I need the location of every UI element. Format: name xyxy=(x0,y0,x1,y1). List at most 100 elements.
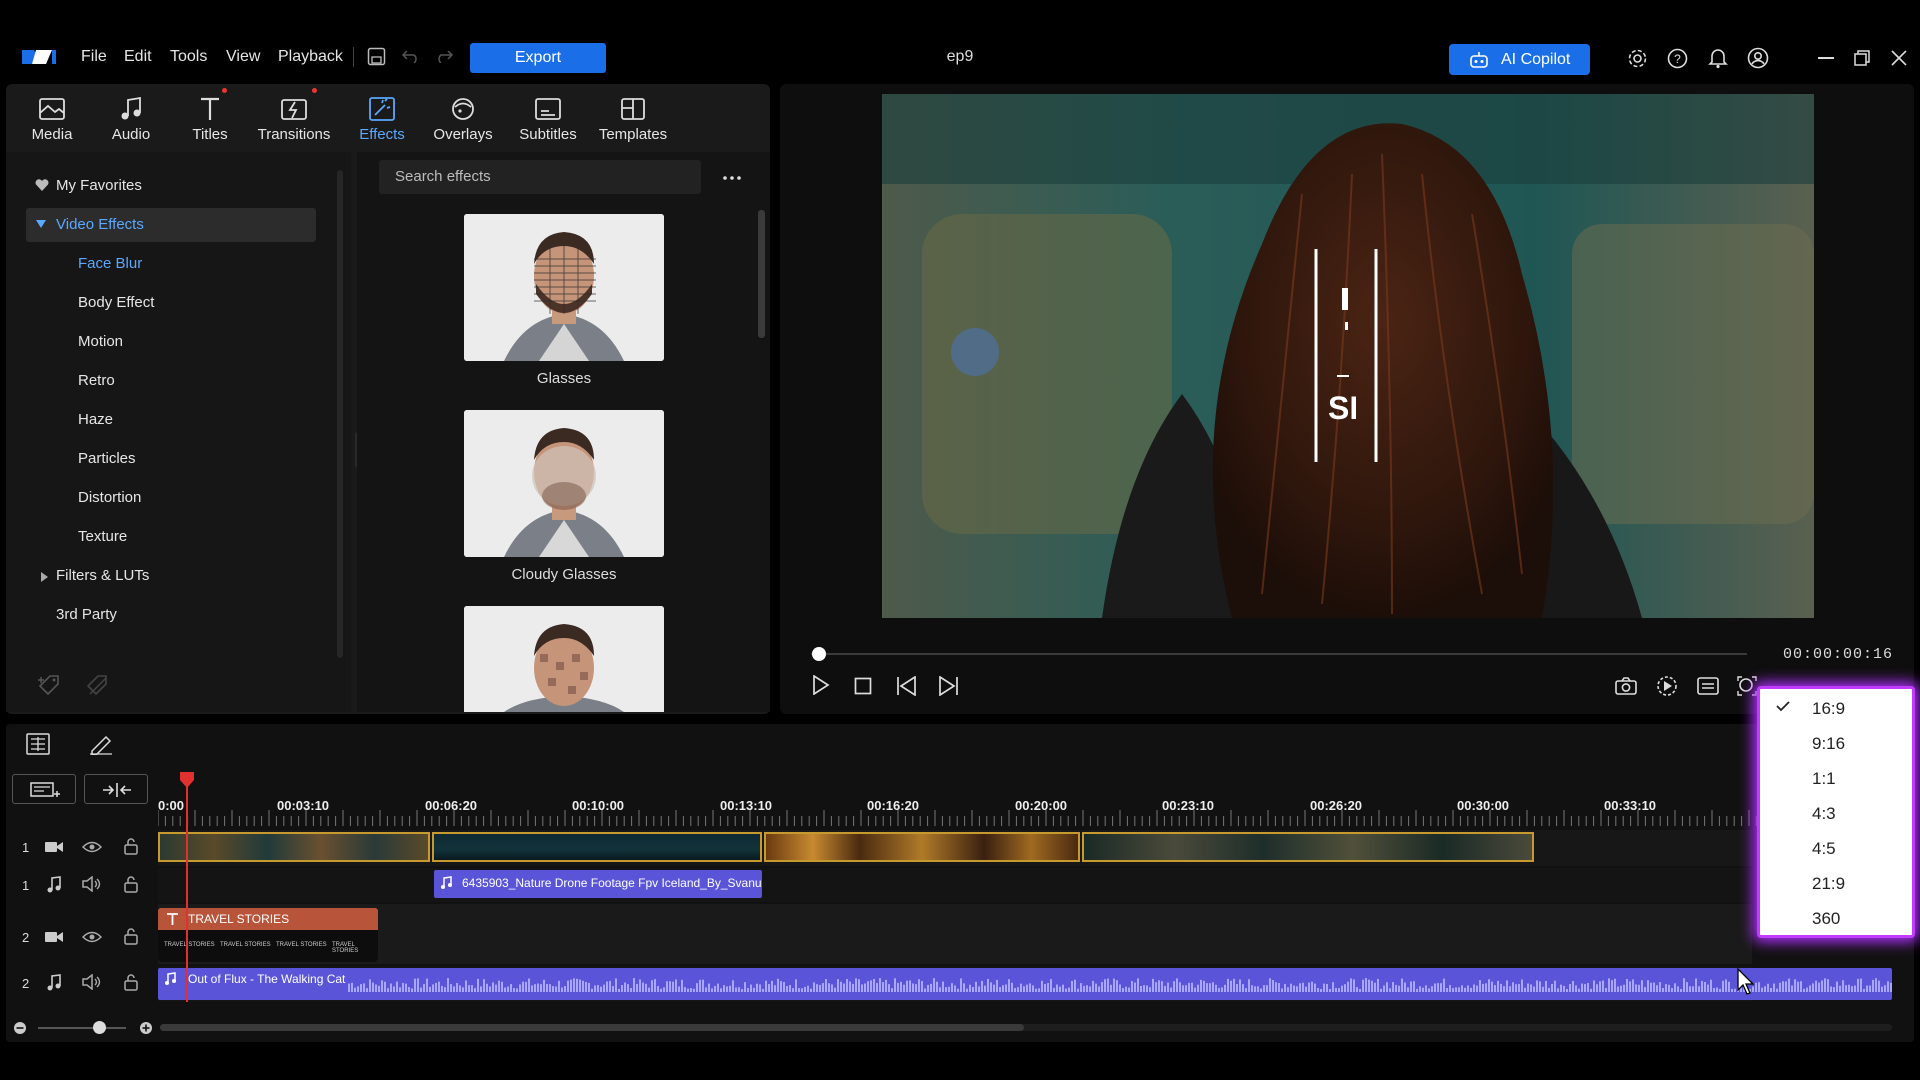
video-clip[interactable] xyxy=(432,832,762,862)
aspect-option-16-9[interactable]: 16:9 xyxy=(1812,699,1845,719)
fit-timeline-button[interactable] xyxy=(84,774,148,804)
next-frame-icon[interactable] xyxy=(937,676,959,696)
preview-scrub-bar[interactable] xyxy=(811,653,1747,655)
zoom-slider[interactable] xyxy=(38,1027,126,1029)
stop-icon[interactable] xyxy=(854,677,872,695)
search-effects-input[interactable]: Search effects xyxy=(379,160,701,194)
play-icon[interactable] xyxy=(812,675,830,695)
category-3rd-party[interactable]: 3rd Party xyxy=(56,606,117,623)
subcategory-particles[interactable]: Particles xyxy=(78,450,136,467)
video-preview[interactable]: SI xyxy=(882,94,1814,618)
add-track-button[interactable] xyxy=(12,774,76,804)
tab-overlays[interactable]: Overlays xyxy=(423,84,503,150)
render-preview-icon[interactable] xyxy=(1656,675,1678,697)
subcategory-motion[interactable]: Motion xyxy=(78,333,123,350)
edit-tag-icon[interactable] xyxy=(86,674,112,696)
app-logo-icon[interactable] xyxy=(22,47,58,67)
timeline-ruler[interactable] xyxy=(158,806,1758,828)
video-clip[interactable] xyxy=(158,832,430,862)
audio-clip[interactable]: 6435903_Nature Drone Footage Fpv Iceland… xyxy=(434,870,762,898)
waveform-bar xyxy=(1680,988,1682,992)
effects-scrollbar[interactable] xyxy=(758,210,765,338)
waveform-bar xyxy=(1656,985,1658,992)
tab-transitions[interactable]: Transitions xyxy=(254,84,334,150)
tab-media[interactable]: Media xyxy=(12,84,92,150)
restore-icon[interactable] xyxy=(1854,50,1870,66)
menu-playback[interactable]: Playback xyxy=(278,48,343,66)
redo-icon[interactable] xyxy=(434,49,454,63)
tab-templates[interactable]: Templates xyxy=(593,84,673,150)
menu-view[interactable]: View xyxy=(226,48,260,66)
snapshot-camera-icon[interactable] xyxy=(1615,677,1637,695)
edit-pen-icon[interactable] xyxy=(88,733,114,755)
visibility-eye-icon[interactable] xyxy=(82,840,102,854)
category-filters-luts[interactable]: Filters & LUTs xyxy=(56,567,149,584)
more-options-icon[interactable] xyxy=(723,176,741,180)
category-scrollbar[interactable] xyxy=(337,170,343,658)
zoom-slider-handle[interactable] xyxy=(93,1021,106,1034)
minimize-icon[interactable] xyxy=(1818,57,1834,59)
lock-icon[interactable] xyxy=(124,928,138,945)
settings-gear-icon[interactable] xyxy=(1627,48,1648,69)
subcategory-retro[interactable]: Retro xyxy=(78,372,115,389)
menu-file[interactable]: File xyxy=(81,48,107,66)
tab-titles[interactable]: Titles xyxy=(170,84,250,150)
help-icon[interactable]: ? xyxy=(1667,48,1688,69)
subcategory-body-effect[interactable]: Body Effect xyxy=(78,294,154,311)
lock-icon[interactable] xyxy=(124,974,138,991)
waveform-bar xyxy=(837,979,839,992)
close-icon[interactable] xyxy=(1891,50,1907,66)
aspect-option-4-3[interactable]: 4:3 xyxy=(1812,804,1836,824)
effect-thumbnail-cloudy-glasses[interactable] xyxy=(464,410,664,557)
zoom-in-icon[interactable] xyxy=(139,1021,153,1035)
export-button[interactable]: Export xyxy=(470,43,606,73)
lock-icon[interactable] xyxy=(124,876,138,893)
effect-thumbnail-glasses[interactable] xyxy=(464,214,664,361)
add-tag-icon[interactable] xyxy=(38,674,64,696)
category-video-effects[interactable]: Video Effects xyxy=(26,208,316,242)
waveform-bar xyxy=(1728,981,1730,992)
speaker-icon[interactable] xyxy=(82,974,102,990)
subtitle-toggle-icon[interactable] xyxy=(1697,677,1719,695)
lock-icon[interactable] xyxy=(124,838,138,855)
zoom-out-icon[interactable] xyxy=(13,1021,27,1035)
subcategory-texture[interactable]: Texture xyxy=(78,528,127,545)
video-clip[interactable] xyxy=(764,832,1080,862)
waveform-bar xyxy=(1515,984,1517,992)
undo-icon[interactable] xyxy=(401,49,421,63)
aspect-option-9-16[interactable]: 9:16 xyxy=(1812,734,1845,754)
tab-effects[interactable]: Effects xyxy=(342,84,422,150)
video-clip[interactable] xyxy=(1082,832,1534,862)
aspect-option-4-5[interactable]: 4:5 xyxy=(1812,839,1836,859)
category-my-favorites[interactable]: My Favorites xyxy=(56,177,142,194)
save-icon[interactable] xyxy=(367,47,386,66)
timeline-view-icon[interactable] xyxy=(26,733,50,755)
subcategory-haze[interactable]: Haze xyxy=(78,411,113,428)
subcategory-face-blur[interactable]: Face Blur xyxy=(78,255,142,272)
music-clip[interactable]: Out of Flux - The Walking Cat xyxy=(158,968,1892,1000)
waveform-bar xyxy=(1542,986,1544,992)
video-camera-icon xyxy=(44,930,64,944)
menu-tools[interactable]: Tools xyxy=(170,48,207,66)
account-avatar-icon[interactable] xyxy=(1747,47,1769,69)
menu-edit[interactable]: Edit xyxy=(124,48,152,66)
aspect-option-21-9[interactable]: 21:9 xyxy=(1812,874,1845,894)
waveform-bar xyxy=(714,985,716,992)
notification-bell-icon[interactable] xyxy=(1708,47,1728,69)
speaker-icon[interactable] xyxy=(82,876,102,892)
aspect-option-360[interactable]: 360 xyxy=(1812,909,1840,929)
waveform-bar xyxy=(924,988,926,992)
ai-copilot-button[interactable]: AI Copilot xyxy=(1449,44,1590,75)
subcategory-distortion[interactable]: Distortion xyxy=(78,489,141,506)
timeline-scrollbar-thumb[interactable] xyxy=(160,1024,1024,1031)
previous-frame-icon[interactable] xyxy=(896,676,918,696)
visibility-eye-icon[interactable] xyxy=(82,930,102,944)
tab-subtitles[interactable]: Subtitles xyxy=(508,84,588,150)
zoom-preview-icon[interactable] xyxy=(1737,676,1757,696)
waveform-bar xyxy=(1065,988,1067,992)
aspect-option-1-1[interactable]: 1:1 xyxy=(1812,769,1836,789)
tab-audio[interactable]: Audio xyxy=(91,84,171,150)
scrub-handle[interactable] xyxy=(812,647,826,661)
title-clip[interactable]: TRAVEL STORIES TRAVEL STORIES TRAVEL STO… xyxy=(158,908,378,962)
effect-thumbnail[interactable] xyxy=(464,606,664,712)
